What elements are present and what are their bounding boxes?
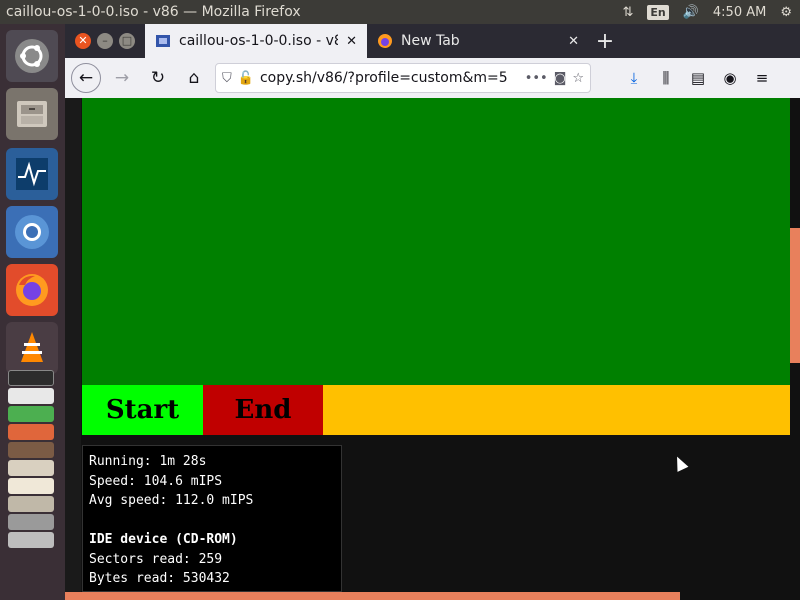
ubuntu-logo-icon[interactable] xyxy=(6,30,58,82)
emulator-screen[interactable]: Start End xyxy=(82,98,790,435)
account-icon[interactable]: ◉ xyxy=(717,69,743,87)
url-bar[interactable]: ⛉ 🔓 copy.sh/v86/?profile=custom&m=5 ••• … xyxy=(215,63,591,93)
settings-icon[interactable] xyxy=(8,496,54,512)
pocket-icon[interactable]: ◙ xyxy=(554,71,567,86)
reload-button[interactable]: ↻ xyxy=(143,63,173,93)
terminal-icon[interactable] xyxy=(8,370,54,386)
top-panel: caillou-os-1-0-0.iso - v86 — Mozilla Fir… xyxy=(0,0,800,24)
libreoffice-writer-icon[interactable] xyxy=(8,388,54,404)
taskbar-area[interactable] xyxy=(323,385,790,435)
keyboard-language-indicator[interactable]: En xyxy=(647,4,669,20)
connection-insecure-icon[interactable]: 🔓 xyxy=(238,71,254,86)
vertical-scrollbar[interactable] xyxy=(790,228,800,363)
new-tab-button[interactable]: + xyxy=(589,24,621,58)
firefox-favicon-icon xyxy=(378,34,392,48)
volume-icon[interactable]: 🔊 xyxy=(683,5,699,20)
tab-label: caillou-os-1-0-0.iso - v86 xyxy=(179,33,339,49)
downloads-icon[interactable]: ⤓ xyxy=(621,69,647,87)
window-title: caillou-os-1-0-0.iso - v86 — Mozilla Fir… xyxy=(6,4,301,20)
toolbar-right: ⤓ ⫼ ▤ ◉ ≡ xyxy=(621,69,775,87)
emulator-stats-panel: Running: 1m 28s Speed: 104.6 mIPS Avg sp… xyxy=(82,445,342,592)
tab-close-icon[interactable]: ✕ xyxy=(346,34,357,49)
amazon-icon[interactable] xyxy=(8,460,54,476)
emulator-display-area[interactable] xyxy=(82,98,790,385)
nav-bar: ← → ↻ ⌂ ⛉ 🔓 copy.sh/v86/?profile=custom&… xyxy=(65,58,800,98)
tab-label: New Tab xyxy=(401,33,460,49)
mouse-cursor-icon xyxy=(671,454,689,472)
stat-speed: Speed: 104.6 mIPS xyxy=(89,473,223,489)
ide-device-heading: IDE device (CD-ROM) xyxy=(89,532,238,547)
v86-favicon-icon xyxy=(156,35,170,47)
files-icon[interactable] xyxy=(6,88,58,140)
horizontal-scrollbar[interactable] xyxy=(65,592,680,600)
chromium-icon[interactable] xyxy=(6,206,58,258)
disc-icon[interactable] xyxy=(8,514,54,530)
firefox-icon[interactable] xyxy=(6,264,58,316)
page-actions-icon[interactable]: ••• xyxy=(525,71,548,86)
settings-gear-icon[interactable]: ⚙ xyxy=(780,5,792,20)
text-editor-icon[interactable] xyxy=(8,478,54,494)
shield-icon[interactable]: ⛉ xyxy=(222,71,232,86)
stat-running: Running: 1m 28s xyxy=(89,454,207,469)
page-content: Start End Running: 1m 28s Speed: 104.6 m… xyxy=(65,98,800,600)
system-monitor-icon[interactable] xyxy=(6,148,58,200)
close-window-icon[interactable]: ✕ xyxy=(75,33,91,49)
home-button[interactable]: ⌂ xyxy=(179,63,209,93)
window-controls: ✕ – □ xyxy=(65,24,145,58)
stat-sectors-read: Sectors read: 259 xyxy=(89,551,223,567)
trash-icon[interactable] xyxy=(8,532,54,548)
tab-bar: ✕ – □ caillou-os-1-0-0.iso - v86 ✕ New T… xyxy=(65,24,800,58)
tab-close-icon[interactable]: ✕ xyxy=(568,34,579,49)
minimize-window-icon[interactable]: – xyxy=(97,33,113,49)
maximize-window-icon[interactable]: □ xyxy=(119,33,135,49)
vlc-icon[interactable] xyxy=(6,322,58,374)
url-text[interactable]: copy.sh/v86/?profile=custom&m=5 xyxy=(260,70,519,86)
network-icon[interactable]: ⇅ xyxy=(622,5,633,20)
start-button[interactable]: Start xyxy=(82,385,203,435)
stat-bytes-read: Bytes read: 530432 xyxy=(89,571,230,586)
sidebar-icon[interactable]: ▤ xyxy=(685,69,711,87)
tab-new-tab[interactable]: New Tab ✕ xyxy=(367,24,589,58)
software-center-icon[interactable] xyxy=(8,442,54,458)
tab-v86[interactable]: caillou-os-1-0-0.iso - v86 ✕ xyxy=(145,24,367,58)
libreoffice-calc-icon[interactable] xyxy=(8,406,54,422)
library-icon[interactable]: ⫼ xyxy=(653,69,679,87)
clock[interactable]: 4:50 AM xyxy=(713,5,766,20)
system-tray: ⇅ En 🔊 4:50 AM ⚙ xyxy=(622,4,800,20)
launcher xyxy=(0,24,65,600)
page-left-margin xyxy=(65,98,81,592)
bookmark-star-icon[interactable]: ☆ xyxy=(572,71,584,86)
libreoffice-impress-icon[interactable] xyxy=(8,424,54,440)
end-button[interactable]: End xyxy=(203,385,323,435)
menu-icon[interactable]: ≡ xyxy=(749,69,775,87)
stat-avg-speed: Avg speed: 112.0 mIPS xyxy=(89,493,254,508)
forward-button[interactable]: → xyxy=(107,63,137,93)
back-button[interactable]: ← xyxy=(71,63,101,93)
